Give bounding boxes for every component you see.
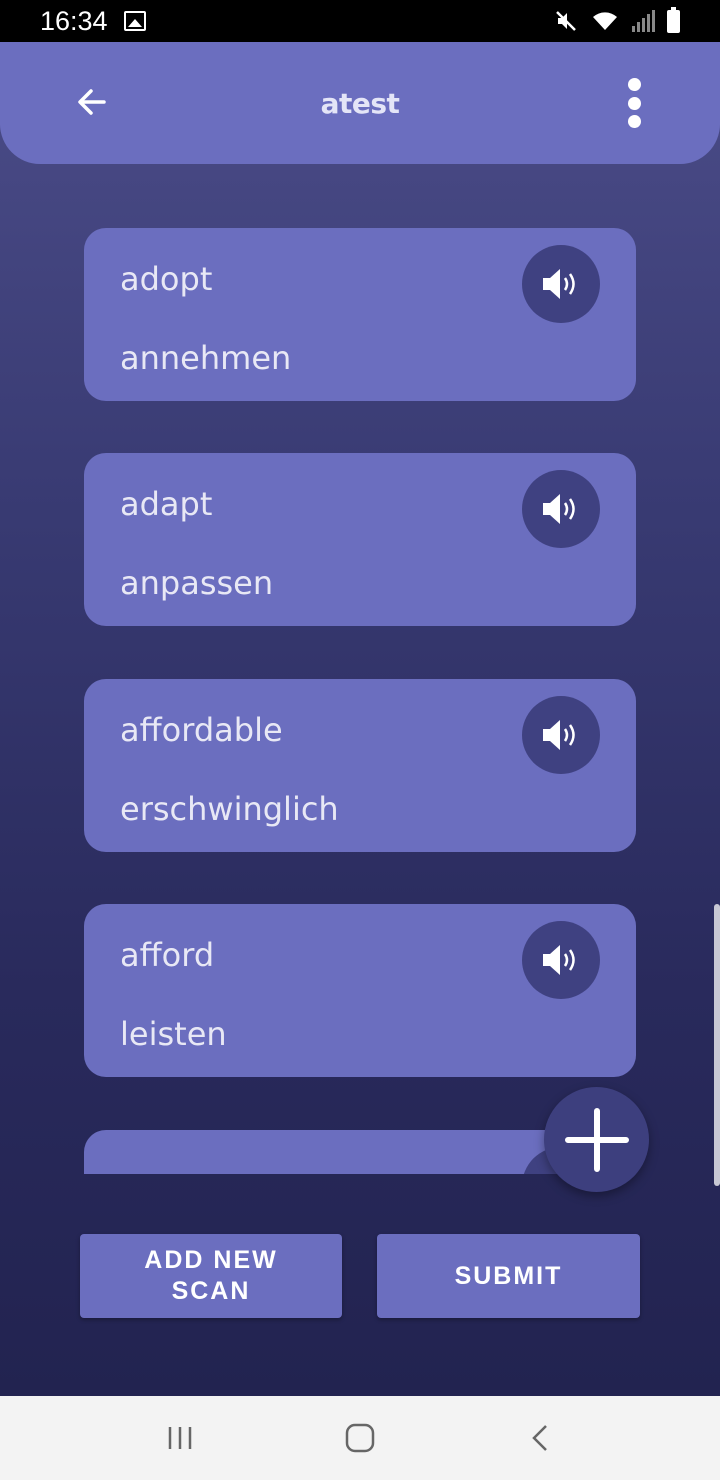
wifi-icon [593, 12, 617, 30]
translation-text: anpassen [120, 564, 274, 602]
translation-text: erschwinglich [120, 790, 339, 828]
word-list[interactable]: adopt annehmen adapt anpassen affordable… [0, 228, 720, 1174]
speaker-button[interactable] [522, 470, 600, 548]
signal-icon [632, 10, 655, 32]
speaker-button[interactable] [522, 921, 600, 999]
status-time: 16:34 [40, 5, 108, 36]
add-new-scan-button[interactable]: ADD NEW SCAN [80, 1234, 342, 1318]
word-card[interactable]: adapt anpassen [84, 453, 636, 626]
app-area: atest adopt annehmen adapt anpassen affo… [0, 42, 720, 1396]
plus-icon [564, 1107, 629, 1172]
word-card[interactable]: afford leisten [84, 904, 636, 1077]
word-text: adapt [120, 485, 213, 523]
word-text: afford [120, 936, 215, 974]
speaker-icon [543, 269, 575, 299]
translation-text: annehmen [120, 339, 292, 377]
speaker-icon [543, 494, 575, 524]
back-icon [532, 1425, 547, 1451]
speaker-icon [543, 945, 575, 975]
speaker-icon [543, 720, 575, 750]
speaker-button[interactable] [522, 245, 600, 323]
system-nav-bar [0, 1396, 720, 1480]
word-card[interactable]: affordable erschwinglich [84, 679, 636, 852]
status-bar: 16:34 [0, 0, 720, 42]
word-text: adopt [120, 260, 213, 298]
home-button[interactable] [330, 1408, 390, 1468]
word-card[interactable]: adopt annehmen [84, 228, 636, 401]
top-app-bar: atest [0, 42, 720, 164]
word-text: affordable [120, 711, 283, 749]
arrow-left-icon[interactable] [72, 82, 112, 122]
mute-icon [556, 11, 576, 31]
gallery-icon [123, 11, 146, 31]
translation-text: leisten [120, 1015, 227, 1053]
submit-button[interactable]: SUBMIT [377, 1234, 640, 1318]
speaker-button[interactable] [522, 696, 600, 774]
back-button[interactable] [510, 1408, 570, 1468]
recent-apps-icon [168, 1427, 192, 1449]
add-word-fab[interactable] [544, 1087, 649, 1192]
scrollbar[interactable] [714, 904, 720, 1186]
more-vertical-icon[interactable] [626, 78, 642, 128]
page-title: atest [320, 86, 400, 120]
battery-icon [667, 6, 680, 33]
recent-apps-button[interactable] [150, 1408, 210, 1468]
home-icon [345, 1423, 375, 1453]
